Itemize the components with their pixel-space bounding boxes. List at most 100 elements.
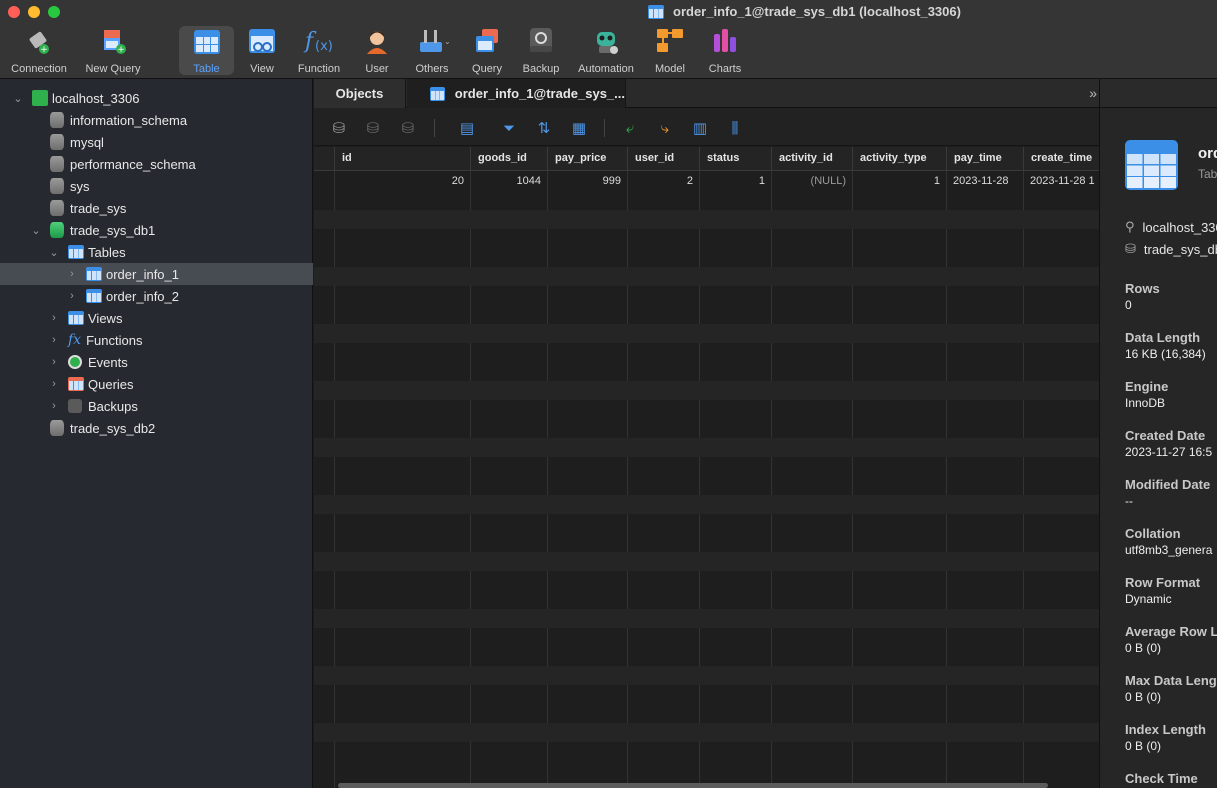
column-header-pay-time[interactable]: pay_time: [946, 147, 1024, 171]
toolbar-model-button[interactable]: Model: [650, 25, 690, 75]
column-header-goods-id[interactable]: goods_id: [470, 147, 547, 171]
grid-header: id goods_id pay_price user_id status act…: [314, 147, 1099, 171]
zoom-window-button[interactable]: [48, 6, 60, 18]
filter-icon[interactable]: ⏷: [500, 119, 518, 137]
tree-group-views[interactable]: › Views: [0, 307, 313, 329]
chevron-right-icon[interactable]: ›: [48, 334, 60, 346]
toolbar-connection-button[interactable]: + Connection: [6, 25, 72, 75]
sort-icon[interactable]: ⇅: [535, 119, 553, 137]
toolbar-view-button[interactable]: View: [242, 25, 282, 75]
tree-group-functions[interactable]: › fx Functions: [0, 329, 313, 351]
toolbar-function-button[interactable]: f (x) Function: [294, 25, 344, 75]
toolbar-user-button[interactable]: User: [358, 25, 396, 75]
tree-db-mysql[interactable]: mysql: [0, 131, 313, 153]
cell-pay-price[interactable]: 999: [547, 172, 627, 191]
tree-db-sys[interactable]: sys: [0, 175, 313, 197]
tree-db-performance-schema[interactable]: performance_schema: [0, 153, 313, 175]
chevron-right-icon[interactable]: ›: [48, 378, 60, 390]
column-header-activity-type[interactable]: activity_type: [852, 147, 947, 171]
empty-row: [314, 609, 1099, 628]
chevron-down-icon[interactable]: ⌄: [12, 92, 24, 105]
begin-transaction-icon[interactable]: ⛁: [330, 119, 348, 137]
data-generation-icon[interactable]: ▥: [691, 119, 709, 137]
chevron-right-icon[interactable]: ›: [48, 312, 60, 324]
toolbar-charts-button[interactable]: Charts: [704, 25, 746, 75]
chevron-down-icon[interactable]: ⌄: [30, 224, 42, 237]
chevron-right-icon[interactable]: ›: [66, 268, 78, 280]
import-icon[interactable]: ⤶: [621, 119, 639, 137]
tree-group-backups[interactable]: › Backups: [0, 395, 313, 417]
cell-status[interactable]: 1: [699, 172, 771, 191]
info-object-name: order_info_1: [1198, 145, 1217, 162]
prop-collation-value: utf8mb3_genera: [1125, 543, 1213, 557]
data-profiling-icon[interactable]: ⫼: [726, 119, 744, 137]
cell-activity-type[interactable]: 1: [852, 172, 946, 191]
cell-pay-time[interactable]: 2023-11-28: [946, 172, 1023, 191]
connection-leaf-icon: [32, 90, 48, 106]
table-row[interactable]: 20 1044 999 2 1 (NULL) 1 2023-11-28 2023…: [314, 172, 1099, 191]
tree-db-trade-sys-db2[interactable]: trade_sys_db2: [0, 417, 313, 439]
toolbar-new-query-button[interactable]: + New Query: [82, 25, 144, 75]
tab-order-info-1[interactable]: order_info_1@trade_sys_...: [407, 79, 626, 108]
toolbar-query-button[interactable]: Query: [467, 25, 507, 75]
cell-create-time[interactable]: 2023-11-28 1: [1023, 172, 1099, 191]
prop-rows-label: Rows: [1125, 281, 1160, 296]
cell-goods-id[interactable]: 1044: [470, 172, 547, 191]
chevron-right-icon[interactable]: ›: [66, 290, 78, 302]
tree-label: trade_sys_db1: [70, 222, 156, 238]
column-header-create-time[interactable]: create_time: [1023, 147, 1099, 171]
close-window-button[interactable]: [8, 6, 20, 18]
cell-activity-id[interactable]: (NULL): [771, 172, 852, 191]
column-header-user-id[interactable]: user_id: [627, 147, 700, 171]
column-header-status[interactable]: status: [699, 147, 772, 171]
prop-created-date-label: Created Date: [1125, 428, 1206, 443]
column-header-activity-id[interactable]: activity_id: [771, 147, 853, 171]
column-divider: [547, 171, 548, 788]
toolbar-table-button[interactable]: Table: [179, 26, 234, 75]
tree-group-tables[interactable]: ⌄ Tables: [0, 241, 313, 263]
chevron-right-icon[interactable]: ›: [48, 356, 60, 368]
minimize-window-button[interactable]: [28, 6, 40, 18]
horizontal-scrollbar[interactable]: [338, 783, 1048, 788]
chevron-down-icon[interactable]: ⌄: [48, 246, 60, 259]
tree-group-events[interactable]: › Events: [0, 351, 313, 373]
table-icon: [68, 245, 84, 259]
database-icon: [50, 420, 64, 436]
tree-connection-localhost[interactable]: ⌄ localhost_3306: [0, 87, 313, 109]
tree-label: order_info_1: [106, 266, 179, 282]
chevron-double-right-icon[interactable]: »: [1089, 85, 1097, 101]
cell-id[interactable]: 20: [334, 172, 470, 191]
grid-toolbar: ⛁ ⛁ ⛁ ▤ ⏷ ⇅ ▦ ⤶ ⤷ ▥ ⫼: [314, 108, 1099, 146]
window-title: order_info_1@trade_sys_db1 (localhost_33…: [648, 4, 961, 19]
tree-db-information-schema[interactable]: information_schema: [0, 109, 313, 131]
export-icon[interactable]: ⤷: [656, 119, 674, 137]
chevron-right-icon[interactable]: ›: [48, 400, 60, 412]
info-panel-header: [1100, 79, 1217, 108]
tree-label: performance_schema: [70, 156, 196, 172]
toolbar-others-button[interactable]: ⌄ Others: [410, 25, 454, 75]
toolbar-automation-button[interactable]: Automation: [574, 25, 638, 75]
database-icon: [50, 222, 64, 238]
info-database-label: trade_sys_db1: [1143, 241, 1217, 257]
prop-row-format-label: Row Format: [1125, 575, 1201, 590]
text-view-icon[interactable]: ▤: [458, 119, 476, 137]
rollback-icon[interactable]: ⛁: [399, 119, 417, 137]
tree-db-trade-sys[interactable]: trade_sys: [0, 197, 313, 219]
toolbar-others-label: Others: [415, 63, 449, 75]
tree-db-trade-sys-db1[interactable]: ⌄ trade_sys_db1: [0, 219, 313, 241]
grid-view-icon[interactable]: ▦: [570, 119, 588, 137]
column-header-pay-price[interactable]: pay_price: [547, 147, 628, 171]
column-header-id[interactable]: id: [334, 147, 471, 171]
toolbar-backup-button[interactable]: Backup: [518, 25, 564, 75]
window-title-text: order_info_1@trade_sys_db1 (localhost_33…: [673, 4, 961, 19]
tree-table-order-info-2[interactable]: › order_info_2: [0, 285, 313, 307]
toolbar-function-label: Function: [297, 63, 341, 75]
cell-user-id[interactable]: 2: [627, 172, 699, 191]
navigation-sidebar: ⌄ localhost_3306 information_schema mysq…: [0, 79, 313, 788]
tree-group-queries[interactable]: › Queries: [0, 373, 313, 395]
tree-table-order-info-1[interactable]: › order_info_1: [0, 263, 313, 285]
tab-objects[interactable]: Objects: [314, 79, 406, 108]
commit-icon[interactable]: ⛁: [364, 119, 382, 137]
column-divider: [771, 171, 772, 788]
backup-icon: [524, 25, 558, 57]
